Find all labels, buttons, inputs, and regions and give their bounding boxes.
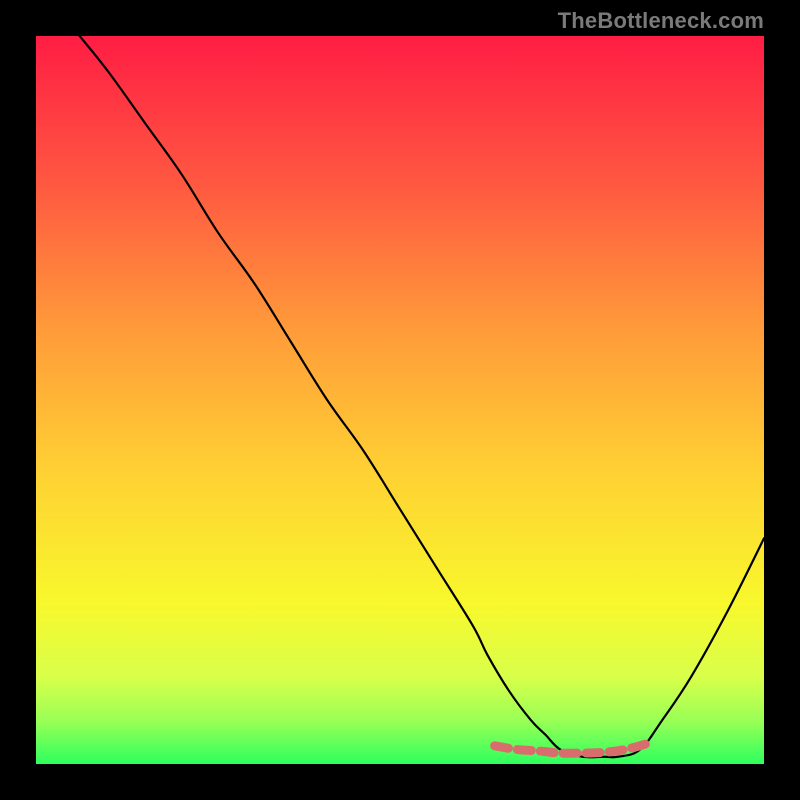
curve-layer bbox=[36, 36, 764, 764]
optimal-band-marker bbox=[495, 744, 648, 754]
plot-area bbox=[36, 36, 764, 764]
watermark-text: TheBottleneck.com bbox=[558, 8, 764, 34]
chart-container: TheBottleneck.com bbox=[0, 0, 800, 800]
bottleneck-curve bbox=[80, 36, 764, 757]
